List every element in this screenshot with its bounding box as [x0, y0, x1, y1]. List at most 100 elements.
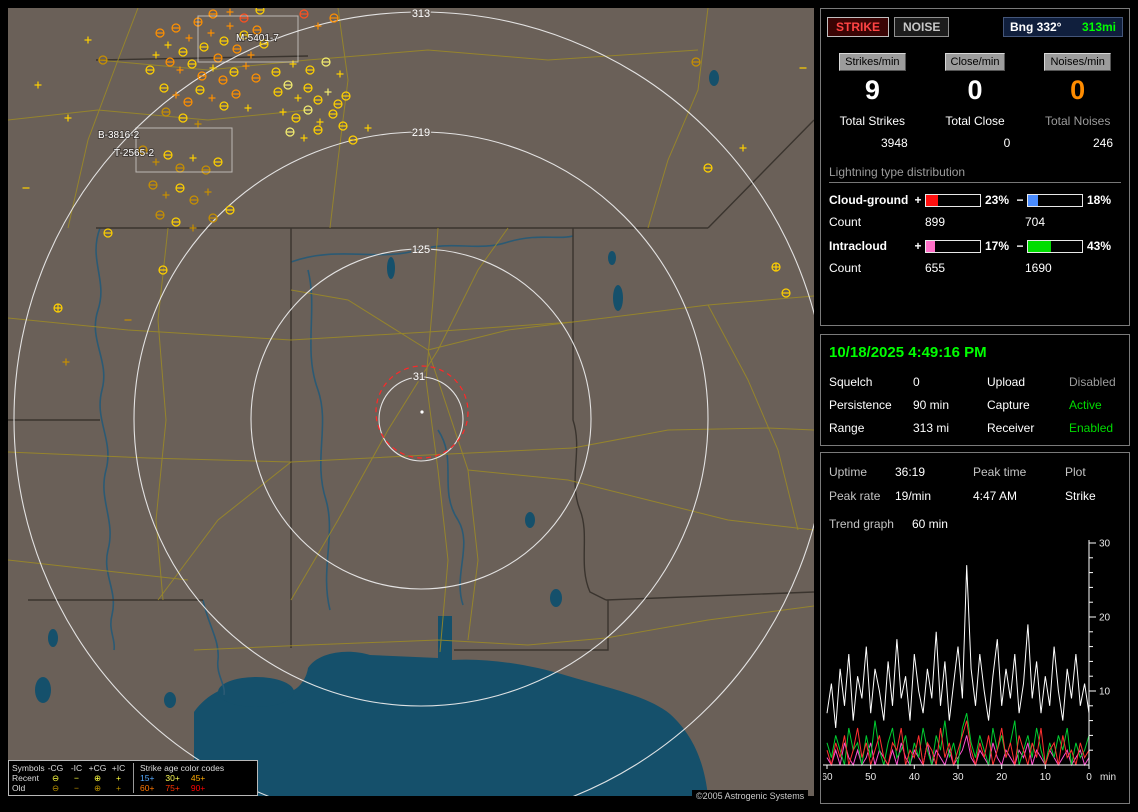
strikes-per-min-value: 9	[864, 75, 880, 105]
cg-positive-pct: 23%	[985, 193, 1010, 207]
map-legend: Symbols -CG -IC +CG +IC Recent ⊖ − ⊕ + O…	[8, 760, 258, 796]
uptime-label: Uptime	[829, 465, 868, 479]
svg-text:40: 40	[909, 772, 921, 783]
svg-text:125: 125	[412, 244, 430, 256]
bearing-range-display: Bng 332° 313mi	[1003, 17, 1123, 37]
age-90: 90+	[190, 783, 206, 793]
cg-count-row: Count 899 704	[829, 215, 1121, 229]
strike-stats-panel: STRIKE NOISE Bng 332° 313mi Strikes/min …	[820, 8, 1130, 326]
cg-negative-count: 704	[1025, 215, 1046, 229]
svg-text:10: 10	[1099, 687, 1111, 698]
upload-value: Disabled	[1069, 375, 1116, 389]
peak-time-value: 4:47 AM	[973, 489, 1018, 503]
squelch-label: Squelch	[829, 375, 873, 389]
peak-rate-label: Peak rate	[829, 489, 881, 503]
svg-text:B-3816-2: B-3816-2	[98, 130, 140, 141]
total-close-value: 0	[1003, 136, 1011, 150]
range-value: 313mi	[1081, 20, 1116, 34]
circle-plus-icon: ⊕	[93, 773, 102, 783]
trend-window-value: 60 min	[911, 517, 948, 531]
range-label: Range	[829, 421, 865, 435]
noise-mode-button[interactable]: NOISE	[894, 17, 950, 37]
legend-symbols: Symbols -CG -IC +CG +IC Recent ⊖ − ⊕ + O…	[12, 763, 129, 793]
legend-ages: Strike age color codes 15+ 30+ 45+ 60+ 7…	[133, 763, 254, 793]
total-noises-value: 246	[1092, 136, 1114, 150]
ic-count-row: Count 655 1690	[829, 261, 1121, 275]
ic-negative-count: 1690	[1025, 261, 1052, 275]
ic-positive-bar	[925, 239, 981, 253]
strike-mode-button[interactable]: STRIKE	[827, 17, 890, 37]
cloud-ground-row: Cloud-ground + 23% − 18%	[829, 193, 1121, 207]
intracloud-label: Intracloud	[829, 239, 888, 253]
noises-per-min-button[interactable]: Noises/min	[1044, 53, 1111, 71]
stats-grid: Uptime 36:19 Peak time Plot Peak rate 19…	[829, 465, 1121, 503]
radar-map[interactable]: M-5401-7 B-3816-2 T-2565-2 313 219 125 31 Sym…	[7, 5, 829, 812]
svg-text:60: 60	[823, 772, 833, 783]
age-60: 60+	[140, 783, 155, 793]
total-strikes-label: Total Strikes	[839, 114, 906, 128]
rate-row: Strikes/min 9 Total Strikes 3948 Close/m…	[821, 52, 1129, 150]
persistence-label: Persistence	[829, 398, 892, 412]
svg-text:219: 219	[412, 127, 430, 139]
svg-text:0: 0	[1086, 772, 1092, 783]
ic-negative-pct: 43%	[1087, 239, 1112, 253]
strikes-per-min-button[interactable]: Strikes/min	[839, 53, 906, 71]
range-setting-value: 313 mi	[913, 421, 950, 435]
total-close-label: Total Close	[945, 114, 1005, 128]
trend-graph: 10 20 30 60 50 40 30 20 10 0 min	[823, 539, 1116, 783]
ic-positive-count: 655	[925, 261, 946, 275]
squelch-value: 0	[913, 375, 920, 389]
cg-positive-count: 899	[925, 215, 946, 229]
svg-text:30: 30	[1099, 539, 1111, 550]
capture-label: Capture	[987, 398, 1030, 412]
uptime-value: 36:19	[895, 465, 926, 479]
cg-negative-pct: 18%	[1087, 193, 1112, 207]
svg-text:313: 313	[412, 8, 430, 20]
cg-positive-bar	[925, 193, 981, 207]
age-75: 75+	[165, 783, 180, 793]
persistence-value: 90 min	[913, 398, 950, 412]
circle-minus-icon: ⊖	[51, 783, 60, 793]
close-per-min-value: 0	[967, 75, 983, 105]
count-label: Count	[829, 215, 862, 229]
bearing-value: Bng 332°	[1010, 20, 1062, 34]
trend-series	[826, 565, 1090, 767]
legend-symbols-title: Symbols	[12, 763, 45, 773]
trend-panel: Uptime 36:19 Peak time Plot Peak rate 19…	[820, 452, 1130, 804]
legend-age-title: Strike age color codes	[140, 763, 225, 773]
age-30: 30+	[165, 773, 180, 783]
peak-rate-value: 19/min	[895, 489, 932, 503]
close-per-min-button[interactable]: Close/min	[944, 53, 1006, 71]
cloud-ground-label: Cloud-ground	[829, 193, 909, 207]
plus-icon: +	[116, 773, 121, 783]
svg-text:T-2565-2: T-2565-2	[114, 148, 154, 159]
svg-text:31: 31	[413, 371, 425, 383]
count-label: Count	[829, 261, 862, 275]
distribution-title: Lightning type distribution	[829, 165, 1121, 183]
legend-col-nic: -IC	[70, 763, 83, 773]
plus-icon: +	[116, 783, 121, 793]
station-marker	[420, 410, 424, 414]
settings-grid: Squelch 0 Upload Disabled Persistence 90…	[829, 375, 1121, 435]
peak-time-label: Peak time	[973, 465, 1027, 479]
legend-col-pic: +IC	[111, 763, 126, 773]
intracloud-row: Intracloud + 17% − 43%	[829, 239, 1121, 253]
capture-value: Active	[1069, 398, 1102, 412]
minus-icon: −	[74, 783, 79, 793]
y-axis-ticks: 10 20 30	[1089, 539, 1111, 751]
age-15: 15+	[140, 773, 155, 783]
noises-per-min-value: 0	[1070, 75, 1086, 105]
legend-old-label: Old	[12, 783, 26, 793]
age-45: 45+	[190, 773, 206, 783]
svg-text:M-5401-7: M-5401-7	[236, 33, 279, 44]
plus-sign: +	[914, 239, 922, 253]
status-panel: 10/18/2025 4:49:16 PM Squelch 0 Upload D…	[820, 334, 1130, 446]
plot-label: Plot	[1065, 465, 1086, 479]
svg-text:50: 50	[865, 772, 877, 783]
plot-value: Strike	[1065, 489, 1096, 503]
svg-text:30: 30	[952, 772, 964, 783]
map-canvas: M-5401-7 B-3816-2 T-2565-2 313 219 125 31	[7, 5, 829, 812]
total-noises-label: Total Noises	[1044, 114, 1111, 128]
minus-sign: −	[1016, 193, 1024, 207]
upload-label: Upload	[987, 375, 1026, 389]
